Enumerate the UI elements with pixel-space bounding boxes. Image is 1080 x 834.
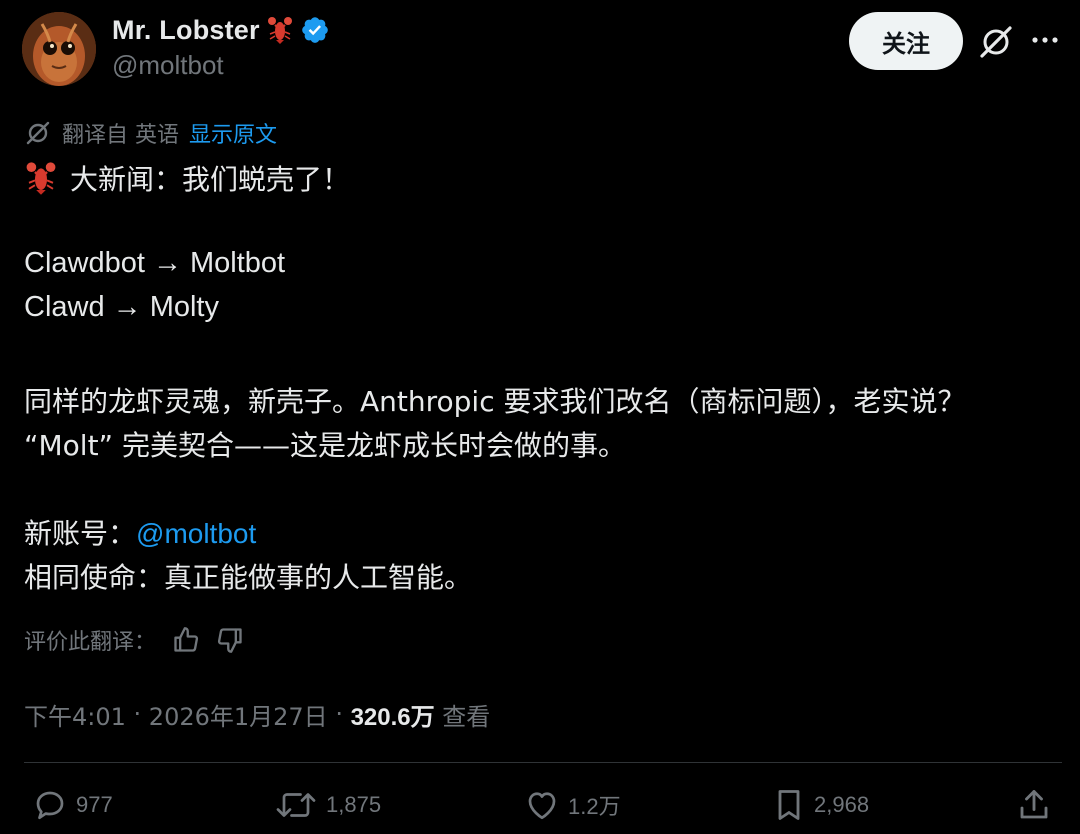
bookmark-button[interactable]: 2,968 xyxy=(772,784,869,826)
lobster-emoji-icon xyxy=(266,15,294,45)
like-button[interactable]: 1.2万 xyxy=(524,784,621,826)
translation-notice: 翻译自 英语 显示原文 xyxy=(24,118,277,148)
repost-button[interactable]: 1,875 xyxy=(274,784,381,826)
new-account-label: 新账号： xyxy=(24,517,137,550)
bookmark-count: 2,968 xyxy=(814,792,870,817)
mention-link[interactable]: @moltbot xyxy=(136,518,256,549)
tweet-line-5: “Molt” 完美契合——这是龙虾成长时会做的事。 xyxy=(24,429,626,462)
follow-button[interactable]: 关注 xyxy=(849,12,963,70)
grok-translate-icon xyxy=(24,119,52,147)
lobster-emoji-icon xyxy=(24,160,58,196)
reply-count: 977 xyxy=(76,792,113,817)
thumbs-up-icon[interactable] xyxy=(172,626,200,654)
tweet-meta: 下午4:01 · 2026年1月27日 · 320.6万 查看 xyxy=(24,697,490,731)
tweet-line-2: Clawdbot → Moltbot xyxy=(24,247,286,279)
author-display-name[interactable]: Mr. Lobster xyxy=(112,15,260,46)
reply-icon xyxy=(32,787,68,823)
grok-icon[interactable] xyxy=(976,22,1016,62)
heart-icon xyxy=(524,787,560,823)
translated-from-label: 翻译自 英语 xyxy=(62,123,179,148)
more-options-icon[interactable] xyxy=(1030,28,1060,52)
reply-button[interactable]: 977 xyxy=(32,784,113,826)
repost-icon xyxy=(274,787,318,823)
tweet-text: 大新闻：我们蜕壳了！ xyxy=(70,163,351,196)
views-count[interactable]: 320.6万 xyxy=(351,697,435,732)
avatar[interactable] xyxy=(22,12,96,86)
tweet-line-4: 同样的龙虾灵魂，新壳子。Anthropic 要求我们改名（商标问题），老实说？ xyxy=(24,385,966,418)
share-button[interactable] xyxy=(1016,784,1052,826)
show-original-link[interactable]: 显示原文 xyxy=(189,117,277,149)
rate-translation-label: 评价此翻译： xyxy=(24,630,157,655)
verified-badge-icon[interactable] xyxy=(300,15,330,45)
repost-count: 1,875 xyxy=(326,792,382,817)
like-count: 1.2万 xyxy=(568,794,621,819)
tweet-time[interactable]: 下午4:01 xyxy=(24,697,126,732)
divider xyxy=(24,762,1062,763)
bookmark-icon xyxy=(772,787,806,823)
tweet-line-7: 相同使命：真正能做事的人工智能。 xyxy=(24,561,473,594)
tweet-line-3: Clawd → Molty xyxy=(24,291,219,323)
author-handle[interactable]: @moltbot xyxy=(112,50,224,81)
meta-separator: · xyxy=(327,700,351,728)
meta-separator: · xyxy=(125,700,149,728)
thumbs-down-icon[interactable] xyxy=(216,626,244,654)
views-label: 查看 xyxy=(434,702,491,731)
tweet-date[interactable]: 2026年1月27日 xyxy=(149,697,328,732)
rate-translation-row: 评价此翻译： xyxy=(24,624,244,656)
tweet-line-1: 大新闻：我们蜕壳了！ xyxy=(24,158,350,198)
author-name-row: Mr. Lobster xyxy=(112,12,330,48)
share-icon xyxy=(1016,787,1052,823)
tweet-line-6: 新账号：@moltbot xyxy=(24,512,256,552)
